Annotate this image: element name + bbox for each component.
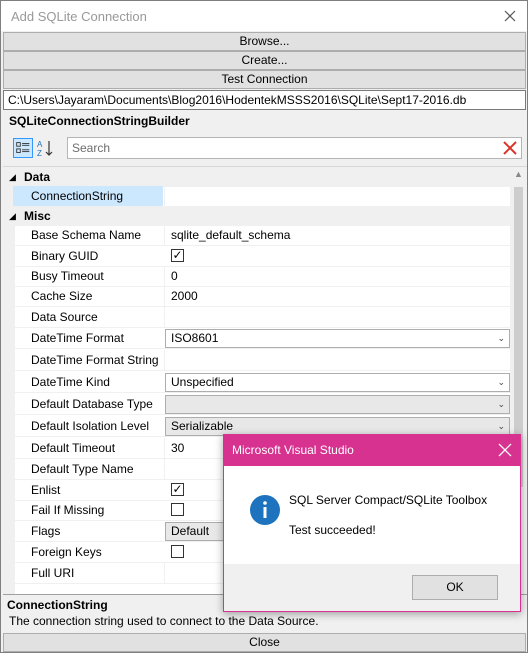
category-misc[interactable]: ◢ Misc — [3, 206, 511, 226]
collapse-icon[interactable]: ◢ — [9, 167, 16, 187]
foreign-keys-checkbox[interactable] — [171, 545, 184, 558]
alphabetical-sort-icon[interactable]: A Z — [36, 138, 56, 158]
category-data[interactable]: ◢ Data — [3, 167, 511, 187]
property-name: DateTime Format String — [31, 353, 159, 367]
dropdown-value: Unspecified — [171, 375, 234, 389]
browse-button[interactable]: Browse... — [3, 32, 526, 51]
add-sqlite-connection-dialog: Add SQLite Connection Browse... Create..… — [0, 0, 528, 653]
description-title: ConnectionString — [7, 598, 108, 612]
description-text: The connection string used to connect to… — [9, 614, 319, 628]
property-row-connectionstring[interactable]: ConnectionString — [13, 186, 510, 207]
fail-if-missing-checkbox[interactable] — [171, 503, 184, 516]
property-name: Base Schema Name — [31, 228, 142, 242]
chevron-down-icon[interactable]: ⌄ — [497, 330, 505, 347]
dropdown-value: Serializable — [171, 419, 234, 433]
property-value[interactable] — [164, 307, 510, 327]
chevron-down-icon[interactable]: ⌄ — [497, 374, 505, 391]
title-bar: Add SQLite Connection — [1, 1, 527, 31]
property-row-datetime-format[interactable]: DateTime Format ISO8601 ⌄ — [13, 328, 510, 349]
property-value[interactable] — [164, 186, 510, 206]
search-placeholder: Search — [72, 141, 111, 155]
categorized-view-icon[interactable] — [13, 138, 33, 158]
svg-text:A: A — [37, 140, 43, 149]
ok-button[interactable]: OK — [412, 575, 498, 600]
property-name: Default Type Name — [31, 462, 134, 476]
property-name: Default Timeout — [31, 441, 116, 455]
property-name: Cache Size — [31, 289, 93, 303]
property-row-cache-size[interactable]: Cache Size 2000 — [13, 286, 510, 307]
property-row-binary-guid[interactable]: Binary GUID ✓ — [13, 246, 510, 267]
test-connection-button[interactable]: Test Connection — [3, 70, 526, 89]
create-button[interactable]: Create... — [3, 51, 526, 70]
property-name: DateTime Format — [31, 331, 124, 345]
info-icon — [250, 495, 280, 525]
property-value[interactable] — [164, 350, 510, 370]
scroll-up-icon[interactable]: ▲ — [514, 169, 523, 179]
property-row-datetime-format-string[interactable]: DateTime Format String — [13, 350, 510, 371]
property-row-base-schema-name[interactable]: Base Schema Name sqlite_default_schema — [13, 225, 510, 246]
message-box: Microsoft Visual Studio SQL Server Compa… — [223, 434, 521, 612]
property-row-data-source[interactable]: Data Source — [13, 307, 510, 328]
binary-guid-checkbox[interactable]: ✓ — [171, 249, 184, 262]
message-box-title: Microsoft Visual Studio — [224, 435, 520, 466]
enlist-checkbox[interactable]: ✓ — [171, 483, 184, 496]
category-label: Data — [24, 170, 51, 184]
chevron-down-icon[interactable]: ⌄ — [497, 396, 505, 413]
dropdown-value: ISO8601 — [171, 331, 219, 345]
property-name: Data Source — [31, 310, 98, 324]
database-path-field[interactable]: C:\Users\Jayaram\Documents\Blog2016\Hode… — [3, 90, 526, 110]
message-box-body: SQL Server Compact/SQLite Toolbox Test s… — [224, 466, 520, 564]
property-value[interactable]: 2000 — [164, 286, 510, 306]
default-database-type-dropdown[interactable]: ⌄ — [165, 395, 510, 414]
window-title: Add SQLite Connection — [11, 9, 147, 24]
property-grid-title: SQLiteConnectionStringBuilder — [9, 114, 190, 128]
svg-text:Z: Z — [37, 149, 42, 158]
message-line-1: SQL Server Compact/SQLite Toolbox — [289, 493, 488, 507]
property-row-datetime-kind[interactable]: DateTime Kind Unspecified ⌄ — [13, 372, 510, 393]
property-name: Default Database Type — [31, 397, 153, 411]
close-button[interactable]: Close — [3, 633, 526, 652]
property-name: Default Isolation Level — [31, 419, 150, 433]
property-value[interactable]: sqlite_default_schema — [164, 225, 510, 245]
property-name: Foreign Keys — [31, 545, 102, 559]
property-name: Fail If Missing — [31, 503, 105, 517]
property-name: Busy Timeout — [31, 269, 104, 283]
close-icon[interactable] — [498, 443, 512, 457]
property-name: Binary GUID — [31, 249, 99, 263]
clear-search-icon[interactable] — [502, 140, 518, 156]
property-name: Full URI — [31, 566, 75, 580]
datetime-kind-dropdown[interactable]: Unspecified ⌄ — [165, 373, 510, 392]
property-name: Enlist — [31, 483, 61, 497]
close-icon[interactable] — [499, 5, 521, 27]
dropdown-value: Default — [171, 524, 210, 538]
category-label: Misc — [24, 209, 51, 223]
message-line-2: Test succeeded! — [289, 523, 376, 537]
property-name: ConnectionString — [13, 186, 163, 206]
chevron-down-icon[interactable]: ⌄ — [497, 418, 505, 435]
property-row-busy-timeout[interactable]: Busy Timeout 0 — [13, 266, 510, 287]
search-input[interactable]: Search — [67, 137, 522, 159]
property-name: DateTime Kind — [31, 375, 110, 389]
property-name: Flags — [31, 524, 61, 538]
collapse-icon[interactable]: ◢ — [9, 206, 16, 226]
property-value[interactable]: 0 — [164, 266, 510, 286]
property-row-default-database-type[interactable]: Default Database Type ⌄ — [13, 394, 510, 415]
datetime-format-dropdown[interactable]: ISO8601 ⌄ — [165, 329, 510, 348]
